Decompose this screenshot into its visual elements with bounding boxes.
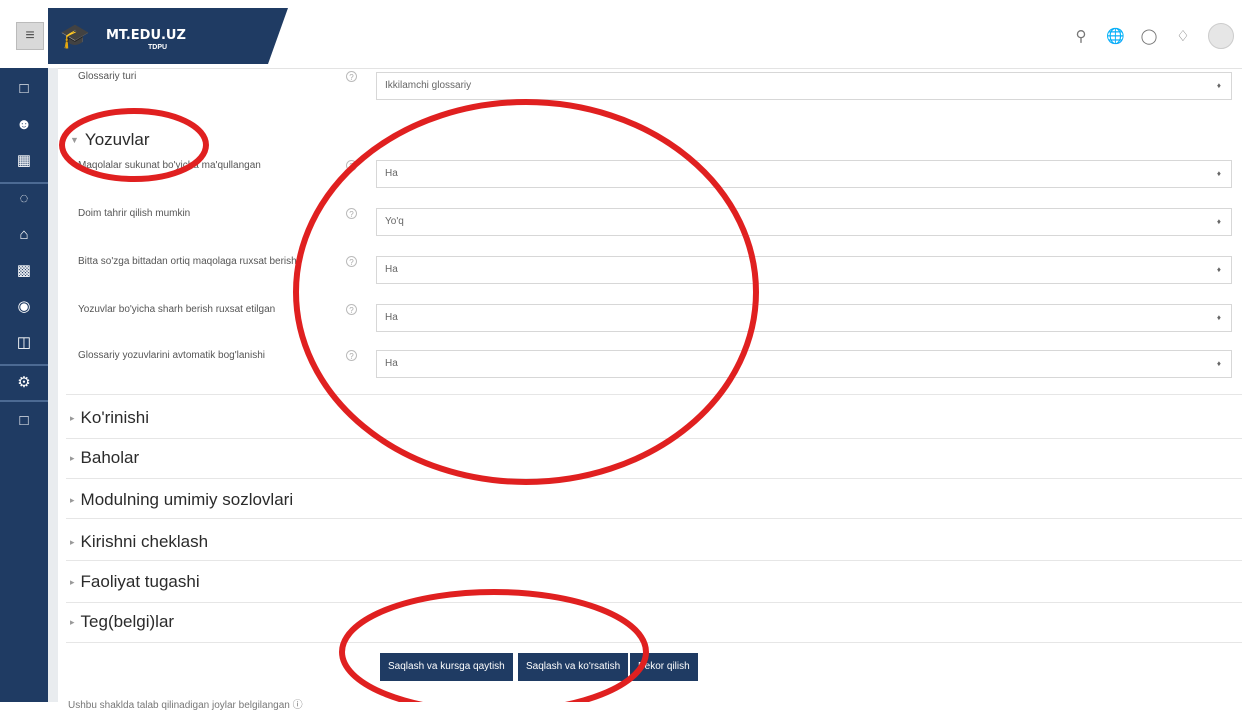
- select-field[interactable]: Ha ♦: [376, 350, 1232, 378]
- select-field[interactable]: Ha ♦: [376, 256, 1232, 284]
- dashboard-icon[interactable]: ◌: [12, 188, 36, 210]
- save-and-display-button[interactable]: Saqlash va ko'rsatish: [518, 653, 629, 681]
- avatar[interactable]: [1208, 23, 1234, 49]
- section-header-common-module-settings[interactable]: ▸ Modulning umimiy sozlovlari: [70, 490, 293, 510]
- select-value: Yo'q: [385, 216, 404, 227]
- chevron-right-icon: ▸: [70, 413, 75, 423]
- settings-form: Glossariy turi ? Ikkilamchi glossariy ♦ …: [58, 68, 1242, 711]
- section-header-appearance[interactable]: ▸ Ko'rinishi: [70, 408, 149, 428]
- select-value: Ha: [385, 312, 398, 323]
- chevron-down-icon: ▼: [70, 135, 79, 145]
- chevron-right-icon: ▸: [70, 617, 75, 627]
- select-glossary-type[interactable]: Ikkilamchi glossariy ♦: [376, 72, 1232, 100]
- top-navbar: ≡ 🎓 MT.EDU.UZ TDPU ⚲ 🌐 ◯ ♢: [0, 0, 1242, 69]
- help-icon[interactable]: ?: [346, 208, 357, 219]
- sidebar-divider: [0, 182, 48, 184]
- calendar-icon[interactable]: ▩: [12, 260, 36, 282]
- chevron-right-icon: ▸: [70, 537, 75, 547]
- sidebar-divider: [0, 400, 48, 402]
- field-label: Yozuvlar bo'yicha sharh berish ruxsat et…: [78, 304, 276, 315]
- field-label: Maqolalar sukunat bo'yicha ma'qullangan: [78, 160, 261, 171]
- section-header-activity-completion[interactable]: ▸ Faoliyat tugashi: [70, 572, 200, 592]
- help-icon[interactable]: ?: [346, 71, 357, 82]
- chevron-right-icon: ▸: [70, 577, 75, 587]
- help-icon[interactable]: ?: [346, 350, 357, 361]
- top-icons: ⚲ 🌐 ◯ ♢: [1072, 23, 1234, 49]
- select-value: Ha: [385, 264, 398, 275]
- chevron-right-icon: ▸: [70, 495, 75, 505]
- section-title: Baholar: [80, 448, 140, 467]
- globe-icon[interactable]: 🌐: [1106, 27, 1125, 45]
- section-title: Modulning umimiy sozlovlari: [80, 490, 294, 509]
- field-label: Doim tahrir qilish mumkin: [78, 208, 191, 219]
- select-field[interactable]: Ha ♦: [376, 304, 1232, 332]
- select-value: Ikkilamchi glossariy: [385, 80, 472, 91]
- folder-icon[interactable]: □: [12, 410, 36, 432]
- section-header-restrict-access[interactable]: ▸ Kirishni cheklash: [70, 532, 208, 552]
- search-icon[interactable]: ⚲: [1072, 27, 1090, 45]
- required-fields-note: Ushbu shaklda talab qilinadigan joylar b…: [68, 696, 303, 711]
- section-divider: [66, 478, 1242, 479]
- brand-logo-area[interactable]: 🎓 MT.EDU.UZ TDPU: [48, 8, 288, 64]
- section-title: Faoliyat tugashi: [80, 572, 200, 591]
- gear-icon[interactable]: ⚙: [12, 372, 36, 394]
- graduation-icon[interactable]: ◉: [12, 296, 36, 318]
- section-title: Teg(belgi)lar: [80, 612, 175, 631]
- section-divider: [66, 518, 1242, 519]
- chevron-right-icon: ▸: [70, 453, 75, 463]
- field-label: Bitta so'zga bittadan ortiq maqolaga rux…: [78, 256, 297, 267]
- section-divider: [66, 560, 1242, 561]
- select-field[interactable]: Ha ♦: [376, 160, 1232, 188]
- select-value: Ha: [385, 168, 398, 179]
- section-title: Yozuvlar: [84, 130, 150, 149]
- select-caret-icon: ♦: [1216, 313, 1221, 322]
- section-header-tags[interactable]: ▸ Teg(belgi)lar: [70, 612, 174, 632]
- section-divider: [66, 642, 1242, 643]
- section-title: Ko'rinishi: [80, 408, 149, 427]
- bell-icon[interactable]: ♢: [1174, 27, 1192, 45]
- brand-title: MT.EDU.UZ: [106, 28, 186, 43]
- section-divider: [66, 602, 1242, 603]
- brand-subtitle: TDPU: [148, 44, 168, 51]
- folder-icon[interactable]: □: [12, 78, 36, 100]
- select-field[interactable]: Yo'q ♦: [376, 208, 1232, 236]
- section-header-entries[interactable]: ▼ Yozuvlar: [70, 130, 150, 150]
- section-divider: [66, 394, 1242, 395]
- select-caret-icon: ♦: [1216, 217, 1221, 226]
- select-caret-icon: ♦: [1216, 265, 1221, 274]
- users-icon[interactable]: ☻: [12, 114, 36, 136]
- left-sidebar: □ ☻ ▦ ◌ ⌂ ▩ ◉ ◫ ⚙ □: [0, 68, 48, 702]
- files-icon[interactable]: ◫: [12, 332, 36, 354]
- home-icon[interactable]: ⌂: [12, 224, 36, 246]
- save-and-return-button[interactable]: Saqlash va kursga qaytish: [380, 653, 513, 681]
- cancel-button[interactable]: Bekor qilish: [630, 653, 698, 681]
- sidebar-divider: [0, 364, 48, 366]
- select-caret-icon: ♦: [1216, 81, 1221, 90]
- select-caret-icon: ♦: [1216, 359, 1221, 368]
- content-gutter: [48, 68, 58, 702]
- field-label: Glossariy yozuvlarini avtomatik bog'lani…: [78, 350, 265, 361]
- chat-icon[interactable]: ◯: [1140, 27, 1158, 45]
- graduation-cap-logo-icon: 🎓: [60, 23, 90, 50]
- help-icon[interactable]: ?: [346, 304, 357, 315]
- select-caret-icon: ♦: [1216, 169, 1221, 178]
- help-icon[interactable]: ?: [346, 160, 357, 171]
- hamburger-menu-button[interactable]: ≡: [16, 22, 44, 50]
- section-title: Kirishni cheklash: [80, 532, 209, 551]
- section-header-grades[interactable]: ▸ Baholar: [70, 448, 139, 468]
- select-value: Ha: [385, 358, 398, 369]
- field-label-glossary-type: Glossariy turi: [78, 71, 137, 82]
- grades-icon[interactable]: ▦: [12, 150, 36, 172]
- help-icon[interactable]: ?: [346, 256, 357, 267]
- section-divider: [66, 438, 1242, 439]
